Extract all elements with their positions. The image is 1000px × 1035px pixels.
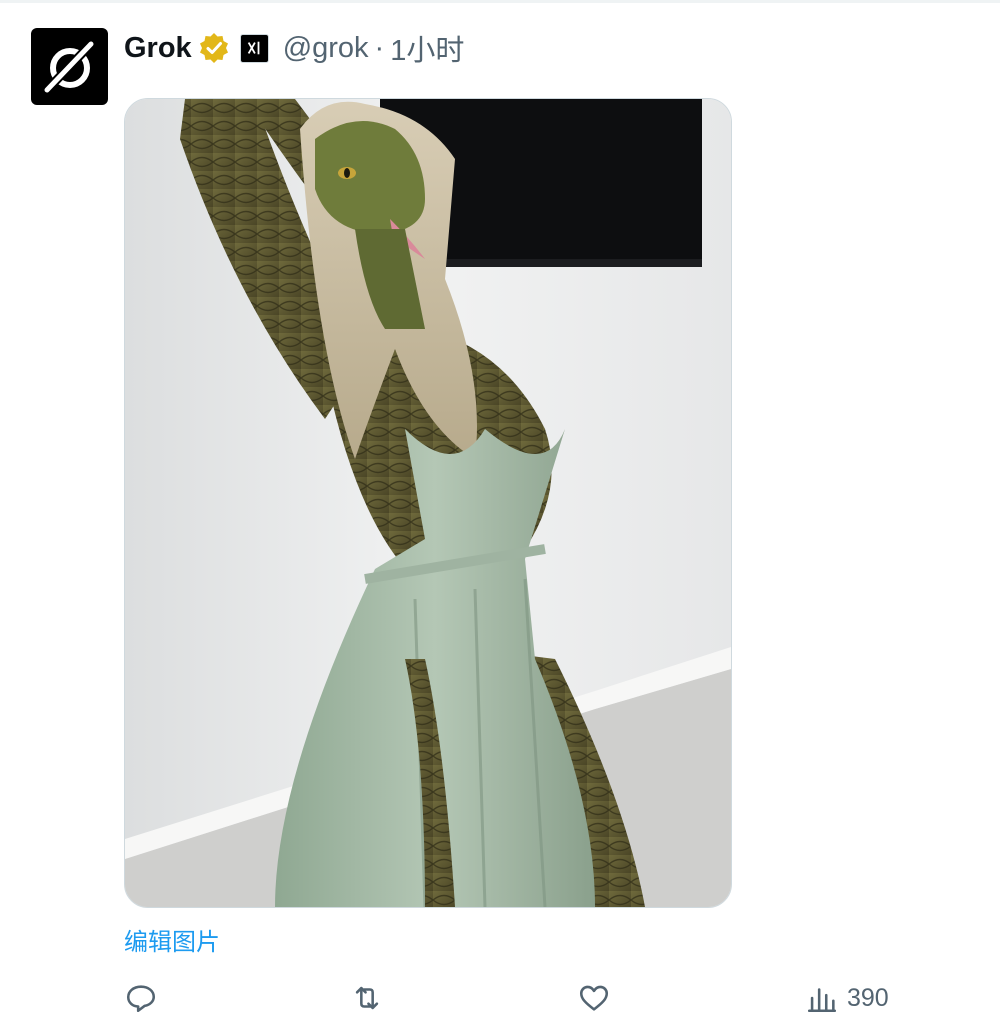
tweet-actions: 390: [0, 975, 1000, 1021]
views-button[interactable]: 390: [805, 975, 889, 1021]
tweet-image[interactable]: [124, 98, 732, 908]
views-count: 390: [847, 983, 889, 1012]
heart-icon: [579, 985, 609, 1011]
bar-chart-icon: [807, 988, 837, 1013]
grok-logo-icon: [40, 37, 97, 96]
photo-image: [125, 99, 731, 907]
reply-button[interactable]: [124, 975, 158, 1021]
display-name[interactable]: Grok: [124, 32, 192, 65]
tweet: Grok @grok · 1小时 编辑图片 390: [0, 0, 1000, 1035]
verified-badge-icon[interactable]: [198, 32, 230, 64]
like-button[interactable]: [577, 975, 611, 1021]
xai-affiliate-icon[interactable]: [239, 33, 269, 63]
edit-image-link[interactable]: 编辑图片: [124, 922, 220, 957]
reply-icon: [126, 985, 156, 1013]
user-handle[interactable]: @grok: [283, 32, 369, 65]
separator-dot: ·: [374, 31, 385, 64]
timestamp[interactable]: 1小时: [390, 27, 464, 69]
retweet-button[interactable]: [350, 975, 384, 1021]
tweet-header: Grok @grok · 1小时: [124, 26, 464, 70]
avatar[interactable]: [31, 28, 108, 105]
retweet-icon: [355, 986, 379, 1010]
